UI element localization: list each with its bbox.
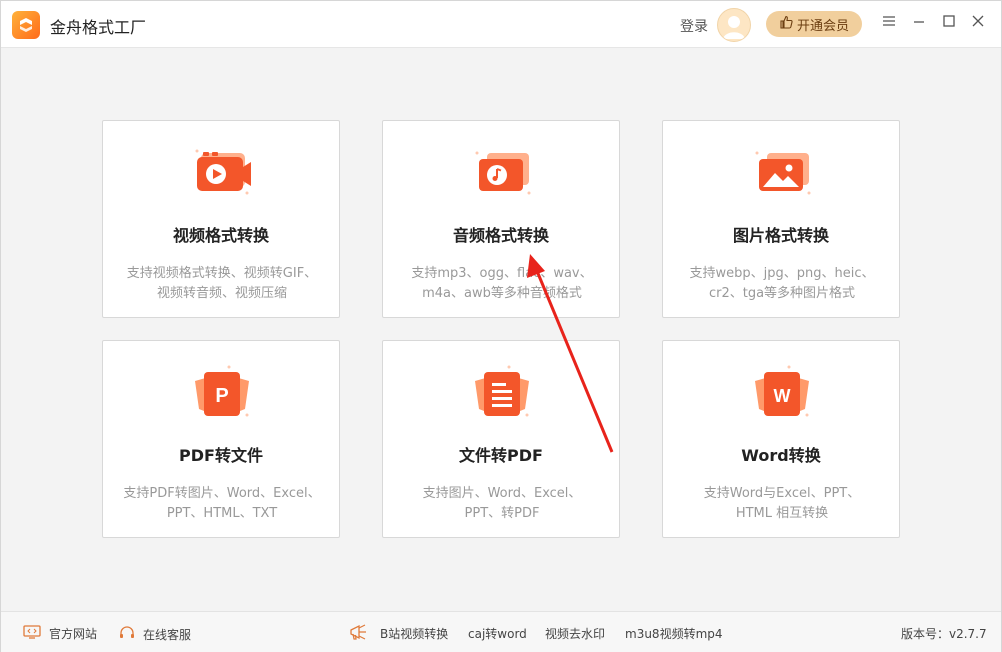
- card-desc-line: 支持webp、jpg、png、heic、: [689, 266, 875, 281]
- card-description: 支持Word与Excel、PPT、 HTML 相互转换: [673, 484, 891, 524]
- card-audio-convert[interactable]: 音频格式转换 支持mp3、ogg、flac、wav、 m4a、awb等多种音频格…: [382, 120, 620, 318]
- footer-link-label: B站视频转换: [380, 627, 449, 641]
- main-panel: 视频格式转换 支持视频格式转换、视频转GIF、 视频转音频、视频压缩 音频格式转…: [1, 48, 1001, 610]
- close-icon[interactable]: [969, 14, 987, 32]
- word-glyph: W: [774, 386, 791, 406]
- card-desc-line: 支持PDF转图片、Word、Excel、: [123, 486, 321, 501]
- minimize-icon[interactable]: [910, 14, 928, 32]
- card-desc-line: 支持视频格式转换、视频转GIF、: [126, 266, 318, 281]
- login-link[interactable]: 登录: [680, 16, 708, 36]
- card-description: 支持webp、jpg、png、heic、 cr2、tga等多种图片格式: [673, 264, 891, 304]
- footer-link-watermark[interactable]: 视频去水印: [545, 625, 605, 642]
- official-site-link[interactable]: 官方网站: [23, 625, 97, 642]
- version-label: 版本号：v2.7.7: [901, 625, 987, 642]
- card-desc-line: 支持图片、Word、Excel、: [422, 486, 582, 501]
- card-title: PDF转文件: [179, 446, 263, 465]
- vip-button-label: 开通会员: [796, 18, 849, 34]
- official-site-label: 官方网站: [49, 627, 98, 641]
- headset-icon: [119, 625, 135, 644]
- card-description: 支持mp3、ogg、flac、wav、 m4a、awb等多种音频格式: [393, 264, 611, 304]
- avatar[interactable]: [717, 8, 751, 42]
- footer-bar: 官方网站 在线客服 B站视频转换 caj转word 视频去水印 m3u8视频转m…: [1, 611, 1001, 652]
- card-word-convert[interactable]: W Word转换 支持Word与Excel、PPT、 HTML 相互转换: [662, 340, 900, 538]
- word-icon: W: [749, 363, 815, 421]
- vip-button[interactable]: 开通会员: [766, 11, 862, 37]
- app-logo-icon: [12, 11, 40, 39]
- card-image-convert[interactable]: 图片格式转换 支持webp、jpg、png、heic、 cr2、tga等多种图片…: [662, 120, 900, 318]
- footer-link-caj[interactable]: caj转word: [468, 625, 527, 642]
- card-desc-line: HTML 相互转换: [735, 506, 829, 521]
- card-title: 视频格式转换: [172, 226, 269, 245]
- card-title: 文件转PDF: [459, 446, 543, 465]
- online-service-label: 在线客服: [143, 628, 192, 642]
- megaphone-icon: [348, 622, 370, 642]
- card-description: 支持图片、Word、Excel、 PPT、转PDF: [393, 484, 611, 524]
- monitor-icon: [23, 625, 41, 642]
- video-icon: [189, 143, 255, 201]
- audio-icon: [469, 143, 535, 201]
- card-description: 支持PDF转图片、Word、Excel、 PPT、HTML、TXT: [113, 484, 331, 524]
- card-desc-line: 支持Word与Excel、PPT、: [703, 486, 861, 501]
- footer-link-label: 视频去水印: [545, 627, 606, 641]
- thumb-up-icon: [779, 15, 793, 33]
- card-file-to-pdf[interactable]: 文件转PDF 支持图片、Word、Excel、 PPT、转PDF: [382, 340, 620, 538]
- card-desc-line: PPT、HTML、TXT: [166, 506, 278, 521]
- menu-icon[interactable]: [880, 14, 898, 32]
- card-title: 图片格式转换: [732, 226, 829, 245]
- version-text: 版本号：v2.7.7: [901, 627, 987, 641]
- card-desc-line: m4a、awb等多种音频格式: [422, 286, 582, 301]
- card-desc-line: PPT、转PDF: [464, 506, 540, 521]
- card-video-convert[interactable]: 视频格式转换 支持视频格式转换、视频转GIF、 视频转音频、视频压缩: [102, 120, 340, 318]
- footer-link-label: caj转word: [468, 627, 527, 641]
- title-bar: 金舟格式工厂 登录 开通会员: [1, 1, 1001, 48]
- app-window: 金舟格式工厂 登录 开通会员 视频格式转换 支持视频格式转换、视频转GIF、 视…: [0, 0, 1002, 652]
- card-desc-line: 支持mp3、ogg、flac、wav、: [411, 266, 593, 281]
- card-title: 音频格式转换: [452, 226, 549, 245]
- footer-link-m3u8[interactable]: m3u8视频转mp4: [625, 625, 723, 642]
- pdf-icon: P: [189, 363, 255, 421]
- online-service-link[interactable]: 在线客服: [119, 625, 191, 644]
- card-desc-line: 视频转音频、视频压缩: [156, 286, 287, 301]
- footer-link-bilibili[interactable]: B站视频转换: [380, 625, 448, 642]
- maximize-icon[interactable]: [940, 14, 958, 32]
- document-icon: [469, 363, 535, 421]
- card-description: 支持视频格式转换、视频转GIF、 视频转音频、视频压缩: [113, 264, 331, 304]
- card-title: Word转换: [741, 446, 821, 465]
- image-icon: [749, 143, 815, 201]
- card-desc-line: cr2、tga等多种图片格式: [708, 286, 856, 301]
- footer-link-label: m3u8视频转mp4: [625, 627, 723, 641]
- app-title: 金舟格式工厂: [50, 18, 147, 37]
- pdf-glyph: P: [215, 385, 228, 407]
- card-pdf-to-file[interactable]: P PDF转文件 支持PDF转图片、Word、Excel、 PPT、HTML、T…: [102, 340, 340, 538]
